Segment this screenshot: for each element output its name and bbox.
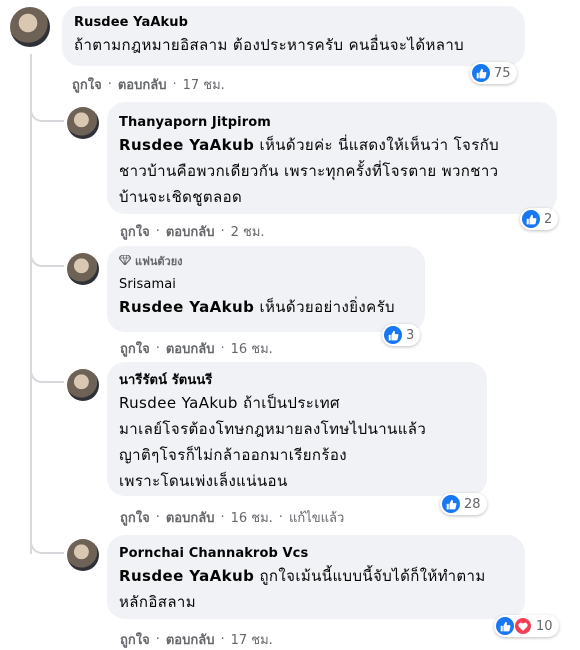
separator-dot: · [220, 510, 225, 525]
thread-connector [30, 240, 64, 267]
comment-bubble: Thanyaporn Jitpirom Rusdee YaAkub เห็นด้… [107, 102, 557, 214]
comment-line: เพราะโดนเพ่งเล็งแน่นอน [119, 472, 288, 490]
reaction-count: 75 [494, 65, 511, 81]
avatar[interactable] [67, 539, 99, 571]
mention-tag[interactable]: Rusdee YaAkub [119, 136, 254, 154]
reaction-summary[interactable]: 3 [382, 324, 421, 346]
comment-actions: ถูกใจ · ตอบกลับ · 16 ชม. [120, 338, 273, 359]
comment-author[interactable]: Thanyaporn Jitpirom [119, 114, 545, 132]
reply-link[interactable]: ตอบกลับ [166, 629, 215, 650]
separator-dot: · [155, 510, 160, 525]
avatar[interactable] [67, 369, 99, 401]
thread-connector [30, 356, 64, 383]
comment-line: มาเลย์โจรต้องโทษกฎหมายลงโทษไปนานแล้ว [119, 420, 427, 438]
timestamp[interactable]: 16 ชม. [231, 338, 273, 359]
reaction-count: 3 [406, 327, 415, 343]
like-link[interactable]: ถูกใจ [120, 221, 150, 242]
comment-line: หลักอิสลาม [119, 593, 197, 611]
thread-line-main [30, 54, 32, 554]
comment-bubble: Pornchai Channakrob Vcs Rusdee YaAkub ถู… [107, 535, 525, 619]
reaction-count: 2 [544, 211, 553, 227]
comment-actions: ถูกใจ · ตอบกลับ · 16 ชม. · แก้ไขแล้ว [120, 507, 344, 528]
separator-dot: · [278, 510, 283, 525]
comment-line: ญาติๆโจรก็ไม่กล้าออกมาเรียกร้อง [119, 446, 347, 464]
reply-link[interactable]: ตอบกลับ [118, 74, 167, 95]
badge-label: แฟนตัวยง [135, 255, 183, 268]
comment-bubble: Rusdee YaAkub ถ้าตามกฎหมายอิสลาม ต้องประ… [62, 6, 525, 66]
fan-badge: แฟนตัวยง [118, 254, 413, 270]
comment-actions: ถูกใจ · ตอบกลับ · 2 ชม. [120, 221, 265, 242]
reply-link[interactable]: ตอบกลับ [166, 507, 215, 528]
comment-bubble: แฟนตัวยง Srisamai Rusdee YaAkub เห็นด้วย… [107, 246, 425, 332]
edited-label[interactable]: แก้ไขแล้ว [289, 507, 344, 528]
like-link[interactable]: ถูกใจ [72, 74, 102, 95]
comment-line: เห็นด้วยค่ะ นี่แสดงให้เห็นว่า โจรกับ [259, 136, 500, 154]
thread-connector [30, 527, 64, 554]
thumbs-up-icon [496, 617, 514, 635]
timestamp[interactable]: 2 ชม. [231, 221, 265, 242]
reaction-count: 10 [536, 618, 553, 634]
reply-link[interactable]: ตอบกลับ [166, 338, 215, 359]
comment-line: เห็นด้วยอย่างยิ่งครับ [259, 298, 395, 316]
comment-text: ถ้าตามกฎหมายอิสลาม ต้องประหารครับ คนอื่น… [74, 36, 465, 54]
thumbs-up-icon [522, 210, 540, 228]
separator-dot: · [220, 632, 225, 647]
reply-link[interactable]: ตอบกลับ [166, 221, 215, 242]
comment-line: ถูกใจเม้นนี้แบบนี้จับได้ก็ให้ทำตาม [259, 567, 486, 585]
separator-dot: · [107, 77, 112, 92]
comment-actions: ถูกใจ · ตอบกลับ · 17 ชม. [120, 629, 273, 650]
heart-icon [514, 617, 532, 635]
separator-dot: · [172, 77, 177, 92]
separator-dot: · [155, 224, 160, 239]
like-link[interactable]: ถูกใจ [120, 338, 150, 359]
timestamp[interactable]: 17 ชม. [183, 74, 225, 95]
diamond-icon [118, 254, 132, 270]
thread-connector [30, 95, 64, 122]
comment-author[interactable]: Pornchai Channakrob Vcs [119, 545, 513, 563]
reaction-count: 28 [464, 496, 481, 512]
mention-tag[interactable]: Rusdee YaAkub [119, 567, 254, 585]
comment-author[interactable]: Srisamai [119, 276, 413, 294]
comment-text: Rusdee YaAkub เห็นด้วยค่ะ นี่แสดงให้เห็น… [119, 132, 545, 158]
comment-text: Rusdee YaAkub ถูกใจเม้นนี้แบบนี้จับได้ก็… [119, 563, 513, 589]
like-link[interactable]: ถูกใจ [120, 629, 150, 650]
timestamp[interactable]: 16 ชม. [231, 507, 273, 528]
comment-author[interactable]: Rusdee YaAkub [74, 14, 513, 32]
reaction-summary[interactable]: 75 [470, 62, 517, 84]
avatar[interactable] [67, 107, 99, 139]
timestamp[interactable]: 17 ชม. [231, 629, 273, 650]
comment-line: Rusdee YaAkub ถ้าเป็นประเทศ [119, 394, 340, 412]
comment-line: บ้านจะเชิดชูตลอด [119, 188, 243, 206]
reaction-summary[interactable]: 2 [520, 208, 559, 230]
separator-dot: · [220, 341, 225, 356]
mention-tag[interactable]: Rusdee YaAkub [119, 298, 254, 316]
avatar[interactable] [67, 253, 99, 285]
comment-author[interactable]: นารีรัตน์ รัตนนรี [119, 372, 475, 390]
avatar[interactable] [10, 7, 50, 47]
separator-dot: · [220, 224, 225, 239]
thumbs-up-icon [384, 326, 402, 344]
comment-bubble: นารีรัตน์ รัตนนรี Rusdee YaAkub ถ้าเป็นป… [107, 362, 487, 496]
thumbs-up-icon [472, 64, 490, 82]
thumbs-up-icon [442, 495, 460, 513]
reaction-summary[interactable]: 10 [494, 615, 559, 637]
like-link[interactable]: ถูกใจ [120, 507, 150, 528]
comment-actions: ถูกใจ · ตอบกลับ · 17 ชม. [72, 74, 225, 95]
separator-dot: · [155, 341, 160, 356]
reaction-summary[interactable]: 28 [440, 493, 487, 515]
separator-dot: · [155, 632, 160, 647]
comment-line: ชาวบ้านคือพวกเดียวกัน เพราะทุกครั้งที่โจ… [119, 162, 499, 180]
comment-text: Rusdee YaAkub เห็นด้วยอย่างยิ่งครับ [119, 294, 413, 320]
